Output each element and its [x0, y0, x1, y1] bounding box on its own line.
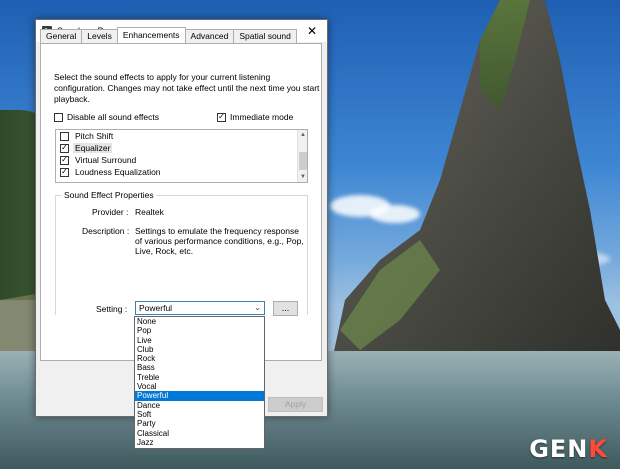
dropdown-option[interactable]: Vocal	[135, 382, 264, 391]
tab-general[interactable]: General	[40, 29, 83, 43]
effect-item-loudness-equalization[interactable]: ✓ Loudness Equalization	[56, 166, 307, 178]
dropdown-option[interactable]: Live	[135, 336, 264, 345]
setting-label: Setting :	[96, 304, 128, 314]
tab-advanced[interactable]: Advanced	[184, 29, 235, 43]
dropdown-option[interactable]: Pop	[135, 326, 264, 335]
dropdown-option[interactable]: Party	[135, 419, 264, 428]
scroll-up-arrow-icon[interactable]: ▲	[298, 130, 307, 140]
setting-selected-value: Powerful	[139, 303, 173, 313]
dropdown-option[interactable]: Rock	[135, 354, 264, 363]
watermark-main: GEN	[529, 435, 589, 463]
checkbox-box[interactable]: ✓	[217, 112, 226, 122]
immediate-mode-checkbox[interactable]: ✓ Immediate mode	[217, 112, 293, 122]
effect-item-equalizer[interactable]: ✓ Equalizer	[56, 142, 307, 154]
chevron-down-icon[interactable]: ⌄	[254, 302, 261, 314]
effect-item-pitch-shift[interactable]: Pitch Shift	[56, 130, 307, 142]
dropdown-option[interactable]: None	[135, 317, 264, 326]
provider-label: Provider :	[92, 207, 129, 217]
description-label: Description :	[82, 226, 130, 236]
effect-label: Pitch Shift	[75, 131, 114, 141]
watermark-logo: GENK	[529, 435, 608, 463]
dropdown-option[interactable]: Treble	[135, 373, 264, 382]
checkbox-box[interactable]	[54, 112, 63, 122]
tab-levels[interactable]: Levels	[81, 29, 118, 43]
checkbox-box[interactable]	[60, 131, 69, 141]
setting-dropdown[interactable]: Powerful ⌄	[135, 301, 265, 315]
watermark-accent: K	[588, 435, 608, 463]
scroll-thumb[interactable]	[299, 152, 307, 170]
checkbox-box[interactable]: ✓	[60, 143, 69, 153]
disable-all-checkbox[interactable]: Disable all sound effects	[54, 112, 159, 122]
tab-strip: General Levels Enhancements Advanced Spa…	[40, 27, 297, 43]
checkbox-box[interactable]: ✓	[60, 155, 69, 165]
effects-scrollbar[interactable]: ▲ ▼	[297, 130, 307, 182]
dropdown-option[interactable]: Classical	[135, 429, 264, 438]
scroll-down-arrow-icon[interactable]: ▼	[298, 172, 307, 182]
dropdown-option[interactable]: Soft	[135, 410, 264, 419]
disable-all-label: Disable all sound effects	[67, 112, 159, 122]
group-title: Sound Effect Properties	[62, 190, 156, 200]
setting-dropdown-list[interactable]: None Pop Live Club Rock Bass Treble Voca…	[134, 316, 265, 449]
effect-item-virtual-surround[interactable]: ✓ Virtual Surround	[56, 154, 307, 166]
apply-button[interactable]: Apply	[268, 397, 323, 412]
effect-label: Equalizer	[73, 143, 113, 153]
tab-enhancements[interactable]: Enhancements	[116, 27, 186, 43]
dropdown-option[interactable]: Club	[135, 345, 264, 354]
intro-text: Select the sound effects to apply for yo…	[54, 72, 320, 104]
dropdown-option-selected[interactable]: Powerful	[135, 391, 264, 401]
effects-list[interactable]: Pitch Shift ✓ Equalizer ✓ Virtual Surrou…	[55, 129, 308, 183]
dropdown-option[interactable]: Dance	[135, 401, 264, 410]
description-value: Settings to emulate the frequency respon…	[135, 226, 304, 256]
more-options-button[interactable]: ...	[273, 301, 298, 316]
close-button[interactable]: ✕	[297, 20, 327, 42]
close-icon: ✕	[306, 24, 318, 38]
dropdown-option[interactable]: Jazz	[135, 438, 264, 447]
effect-label: Virtual Surround	[75, 155, 137, 165]
tab-spatial-sound[interactable]: Spatial sound	[233, 29, 297, 43]
effect-label: Loudness Equalization	[75, 167, 161, 177]
checkbox-box[interactable]: ✓	[60, 167, 69, 177]
dropdown-option[interactable]: Bass	[135, 363, 264, 372]
provider-value: Realtek	[135, 207, 164, 217]
immediate-mode-label: Immediate mode	[230, 112, 294, 122]
